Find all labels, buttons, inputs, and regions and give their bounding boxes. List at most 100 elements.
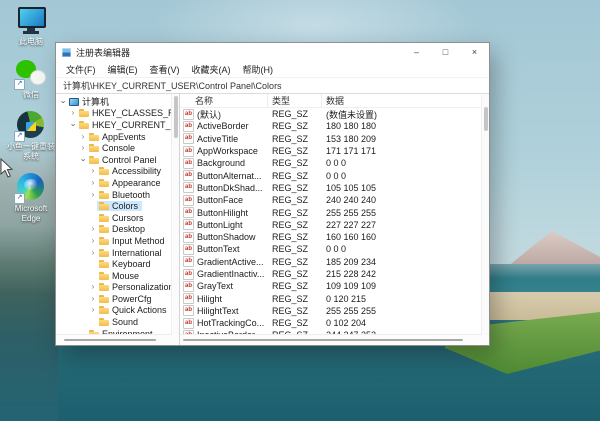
value-name-cell: ab ActiveTitle: [180, 133, 268, 145]
tree-item[interactable]: › Appearance: [56, 177, 179, 189]
values-vscroll-thumb[interactable]: [484, 107, 488, 131]
close-button[interactable]: ×: [460, 43, 489, 61]
tree-item[interactable]: › Console: [56, 142, 179, 154]
value-row[interactable]: ab Background REG_SZ 0 0 0: [180, 157, 489, 169]
tree-item[interactable]: › Control Panel: [56, 154, 179, 166]
tree-item[interactable]: › Personalization: [56, 282, 179, 294]
value-row[interactable]: ab GradientInactiv... REG_SZ 215 228 242: [180, 268, 489, 280]
value-row[interactable]: ab AppWorkspace REG_SZ 171 171 171: [180, 145, 489, 157]
desktop-icon-label: Microsoft Edge: [14, 204, 48, 223]
tree-vertical-scrollbar[interactable]: [171, 94, 179, 335]
chevron-right-icon[interactable]: ›: [89, 167, 97, 175]
chevron-right-icon[interactable]: ›: [89, 178, 97, 187]
chevron-down-icon[interactable]: ›: [59, 98, 68, 106]
tree-item[interactable]: › Bluetooth: [56, 189, 179, 201]
value-name-cell: ab GrayText: [180, 280, 268, 292]
chevron-right-icon[interactable]: ›: [89, 190, 97, 199]
folder-icon: [99, 178, 109, 187]
chevron-right-icon[interactable]: ›: [69, 109, 77, 117]
value-row[interactable]: ab ButtonText REG_SZ 0 0 0: [180, 243, 489, 255]
tree-item-label: International: [112, 247, 162, 258]
folder-icon: [79, 109, 89, 118]
value-data: 0 120 215: [326, 293, 367, 304]
tree-item[interactable]: Colors: [56, 200, 179, 212]
desktop-icon-xiaoyu[interactable]: ↗ 小鱼一键重装系统: [4, 110, 58, 161]
string-value-icon: ab: [183, 133, 194, 145]
value-name-cell: ab ButtonAlternat...: [180, 170, 268, 182]
string-value-icon: ab: [183, 182, 194, 194]
value-row[interactable]: ab ButtonFace REG_SZ 240 240 240: [180, 194, 489, 206]
chevron-right-icon[interactable]: ›: [79, 144, 87, 152]
chevron-down-icon[interactable]: ›: [69, 121, 78, 129]
maximize-button[interactable]: □: [431, 43, 460, 61]
desktop-icon-wechat[interactable]: ↗ 微信: [4, 58, 58, 100]
value-type: REG_SZ: [272, 170, 309, 181]
tree-item[interactable]: › HKEY_CURRENT_USER: [56, 119, 179, 131]
value-row[interactable]: ab ButtonLight REG_SZ 227 227 227: [180, 219, 489, 231]
tree-item[interactable]: › Accessibility: [56, 166, 179, 178]
tree-item-content: Mouse: [97, 271, 143, 281]
value-row[interactable]: ab ActiveBorder REG_SZ 180 180 180: [180, 120, 489, 132]
menu-item[interactable]: 帮助(H): [237, 63, 280, 76]
tree-item[interactable]: › PowerCfg: [56, 293, 179, 305]
tree-horizontal-scrollbar[interactable]: [56, 334, 179, 345]
chevron-right-icon[interactable]: ›: [89, 283, 97, 291]
tree-item[interactable]: › AppEvents: [56, 131, 179, 143]
value-row[interactable]: ab ButtonShadow REG_SZ 160 160 160: [180, 231, 489, 243]
value-name-cell: ab ButtonFace: [180, 194, 268, 206]
menu-item[interactable]: 收藏夹(A): [186, 63, 237, 76]
value-row[interactable]: ab Hilight REG_SZ 0 120 215: [180, 292, 489, 305]
values-vertical-scrollbar[interactable]: [481, 94, 489, 335]
value-row[interactable]: ab ActiveTitle REG_SZ 153 180 209: [180, 133, 489, 145]
tree-item[interactable]: › Quick Actions: [56, 305, 179, 317]
folder-icon: [99, 225, 109, 234]
column-header-type[interactable]: 类型: [268, 94, 322, 107]
value-row[interactable]: ab GradientActive... REG_SZ 185 209 234: [180, 256, 489, 268]
xiaoyu-icon: ↗: [14, 110, 46, 143]
value-row[interactable]: ab ButtonHilight REG_SZ 255 255 255: [180, 206, 489, 219]
string-value-icon: ab: [183, 108, 194, 120]
chevron-right-icon[interactable]: ›: [89, 236, 97, 245]
value-row[interactable]: ab HotTrackingCo... REG_SZ 0 102 204: [180, 317, 489, 329]
chevron-right-icon[interactable]: ›: [89, 306, 97, 314]
computer-icon: [69, 97, 79, 106]
menu-item[interactable]: 查看(V): [144, 63, 186, 76]
minimize-button[interactable]: –: [402, 43, 431, 61]
tree-item[interactable]: › Input Method: [56, 235, 179, 247]
chevron-right-icon[interactable]: ›: [89, 294, 97, 303]
tree-hscroll-thumb[interactable]: [64, 339, 156, 341]
menu-item[interactable]: 编辑(E): [102, 63, 144, 76]
value-row[interactable]: ab HilightText REG_SZ 255 255 255: [180, 305, 489, 317]
column-header-name[interactable]: 名称: [180, 94, 268, 107]
chevron-right-icon[interactable]: ›: [89, 225, 97, 233]
desktop-icon-pc[interactable]: 此电脑: [4, 5, 58, 47]
value-row[interactable]: ab GrayText REG_SZ 109 109 109: [180, 280, 489, 292]
tree-item[interactable]: › Desktop: [56, 224, 179, 236]
value-row[interactable]: ab ButtonAlternat... REG_SZ 0 0 0: [180, 169, 489, 182]
tree-item[interactable]: Keyboard: [56, 258, 179, 270]
values-hscroll-thumb[interactable]: [183, 339, 463, 341]
value-data: 160 160 160: [326, 232, 377, 243]
chevron-right-icon[interactable]: ›: [79, 132, 87, 141]
menu-item[interactable]: 文件(F): [60, 63, 102, 76]
tree-item[interactable]: › International: [56, 247, 179, 259]
tree-vscroll-thumb[interactable]: [174, 96, 178, 138]
tree-item[interactable]: › HKEY_CLASSES_ROOT: [56, 108, 179, 120]
title-bar[interactable]: 注册表编辑器 – □ ×: [56, 43, 489, 61]
chevron-down-icon[interactable]: ›: [79, 156, 88, 164]
value-row[interactable]: ab (默认) REG_SZ (数值未设置): [180, 108, 489, 120]
value-type: REG_SZ: [272, 232, 309, 243]
chevron-right-icon[interactable]: ›: [89, 248, 97, 257]
string-value-icon: ab: [183, 280, 194, 292]
value-data: 255 255 255: [326, 207, 377, 218]
tree-item[interactable]: Cursors: [56, 212, 179, 224]
value-row[interactable]: ab ButtonDkShad... REG_SZ 105 105 105: [180, 182, 489, 194]
address-bar[interactable]: 计算机\HKEY_CURRENT_USER\Control Panel\Colo…: [56, 77, 489, 94]
tree-item[interactable]: Mouse: [56, 270, 179, 282]
tree-item[interactable]: › 计算机: [56, 96, 179, 108]
column-header-data[interactable]: 数据: [322, 94, 489, 107]
values-horizontal-scrollbar[interactable]: [180, 334, 489, 345]
string-value-icon: ab: [183, 170, 194, 182]
value-name-cell: ab (默认): [180, 108, 268, 121]
tree-item[interactable]: Sound: [56, 316, 179, 328]
